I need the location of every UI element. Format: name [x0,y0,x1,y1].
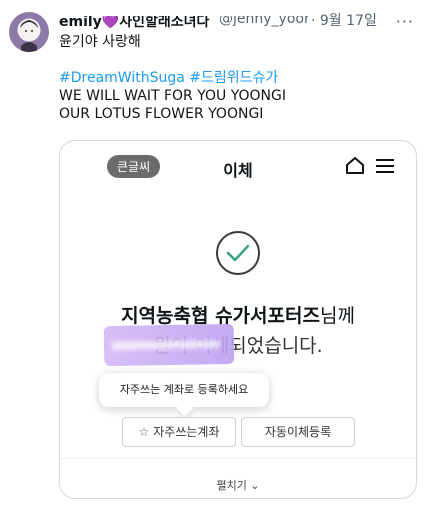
check-circle-icon [216,231,260,275]
favorite-account-button[interactable]: ☆ 자주쓰는계좌 [122,417,236,447]
more-icon[interactable]: ··· [396,12,414,31]
app-header: 큰글씨 이체 [60,141,416,193]
avatar-illustration [20,20,38,52]
register-tooltip: 자주쓰는 계좌로 등록하세요 [99,373,269,407]
star-icon: ☆ [138,425,150,439]
tweet-date[interactable]: · 9월 17일 [309,10,377,30]
tweet-header: emily💜사인할래소녀다 @jenny_yoongi · 9월 17일 ··· [59,9,422,31]
hashtag-link[interactable]: #DreamWithSuga [59,70,185,86]
tweet-line: OUR LOTUS FLOWER YOONGI [59,106,264,122]
home-icon[interactable] [345,156,365,176]
expand-button[interactable]: 펼치기 ⌄ [60,477,416,493]
menu-icon[interactable] [376,158,394,174]
media-card[interactable]: 큰글씨 이체 지역농축협 슈가서포터즈님께 원이 이체되었습니다. 자주쓰는 계… [59,140,417,499]
avatar[interactable] [9,12,49,52]
favorite-account-label: 자주쓰는계좌 [153,425,220,439]
auto-transfer-button[interactable]: 자동이체등록 [241,417,355,447]
amount-redaction [103,323,235,367]
divider [60,458,416,459]
tweet-text: 윤기야 사랑해 #DreamWithSuga #드림위드슈가 WE WILL W… [59,33,419,123]
tweet-line: WE WILL WAIT FOR YOU YOONGI [59,88,286,104]
hashtag-link[interactable]: #드림위드슈가 [189,70,278,86]
transfer-recipient: 지역농축협 슈가서포터즈님께 [60,301,416,328]
recipient-suffix: 님께 [319,305,355,327]
tweet-line: 윤기야 사랑해 [59,34,141,50]
display-name[interactable]: emily💜사인할래소녀다 [59,16,209,31]
